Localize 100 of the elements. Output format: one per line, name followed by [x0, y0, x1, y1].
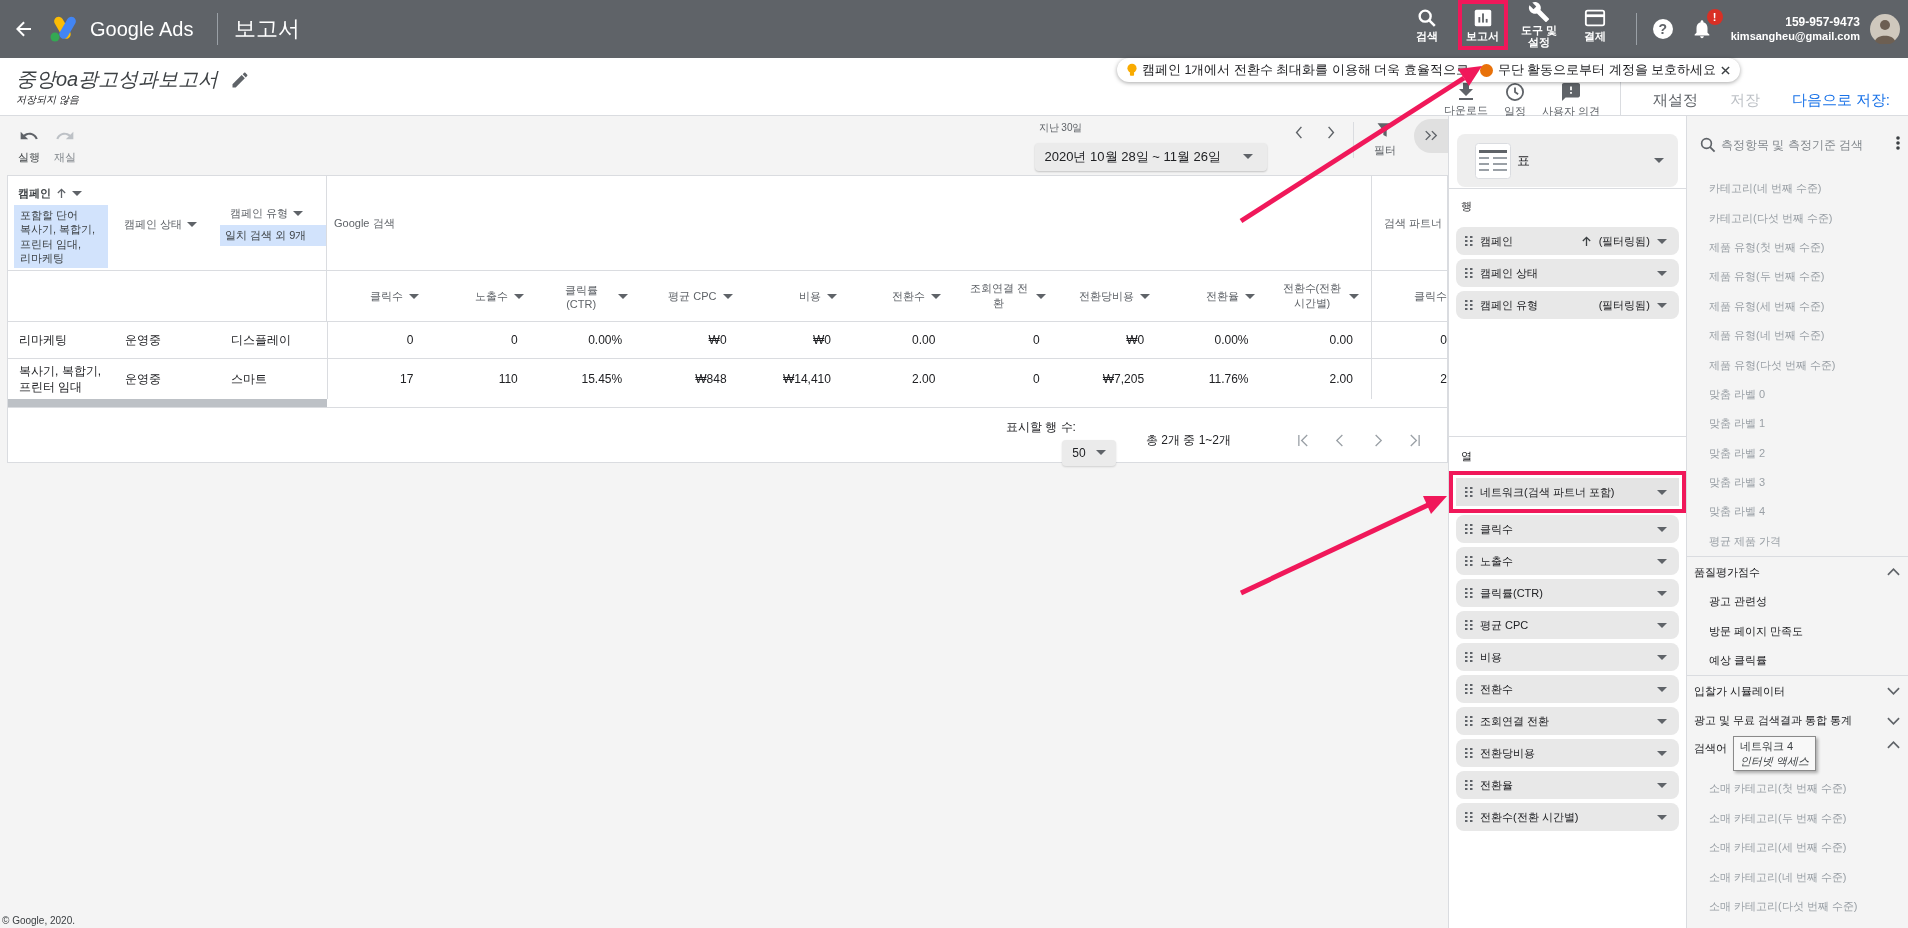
drag-handle-icon[interactable] [1465, 780, 1473, 790]
date-range-dropdown[interactable]: 2020년 10월 28일 ~ 11월 26일 [1034, 142, 1267, 171]
collapse-button[interactable] [1414, 118, 1448, 153]
field-chip[interactable]: 비용 [1456, 643, 1679, 671]
category-header[interactable]: 검색어 [1694, 741, 1727, 757]
close-icon[interactable] [1721, 65, 1731, 75]
field-chip[interactable]: 전환당비용 [1456, 739, 1679, 767]
column-header[interactable]: 전환수 [892, 288, 926, 304]
column-header[interactable]: 전환율 [1205, 288, 1239, 304]
filter-chip[interactable]: 포함할 단어 복사기, 복합기, 프린터 임대, 리마케팅 [14, 205, 108, 269]
column-header[interactable]: 전환당비용 [1079, 288, 1135, 304]
field-chip[interactable]: 네트워크(검색 파트너 포함) [1456, 478, 1679, 506]
search-field[interactable]: 측정항목 및 측정기준 검색 [1719, 136, 1894, 152]
filter-chip[interactable]: 일치 검색 외 9개 [220, 225, 326, 246]
filter-button[interactable]: 필터 [1374, 119, 1396, 158]
metric-item[interactable]: 광고 관련성 [1687, 587, 1908, 617]
drag-handle-icon[interactable] [1465, 236, 1473, 246]
last-page-icon[interactable] [1408, 433, 1421, 447]
category-header[interactable]: 품질평가점수 [1694, 564, 1760, 580]
drag-handle-icon[interactable] [1465, 300, 1473, 310]
field-chip[interactable]: 조회연결 전환 [1456, 707, 1679, 735]
toolbar-button[interactable]: 도구 및 설정 [1515, 1, 1562, 49]
field-chip[interactable]: 전환율 [1456, 771, 1679, 799]
chevron-right-icon[interactable] [1327, 126, 1335, 139]
caret-icon[interactable] [513, 293, 524, 299]
more-options-icon[interactable] [1896, 136, 1900, 150]
caret-icon[interactable] [1035, 293, 1046, 299]
drag-handle-icon[interactable] [1465, 487, 1473, 497]
drag-handle-icon[interactable] [1465, 556, 1473, 566]
category-header[interactable]: 광고 및 무료 검색결과 통합 통계 [1694, 713, 1853, 729]
table-cell: 운영중 [125, 331, 161, 349]
horizontal-scrollbar[interactable] [8, 399, 327, 407]
toolbar-button[interactable]: 결제 [1571, 7, 1618, 43]
caret-icon[interactable] [72, 191, 82, 196]
column-header[interactable]: 조회연결 전환 [967, 281, 1030, 311]
field-chip[interactable]: 평균 CPC [1456, 611, 1679, 639]
field-chip[interactable]: 전환수 [1456, 675, 1679, 703]
column-header[interactable]: 캠페인 유형 [230, 206, 289, 222]
column-header[interactable]: 평균 CPC [668, 288, 717, 304]
avatar[interactable] [1870, 14, 1900, 44]
drag-handle-icon[interactable] [1465, 268, 1473, 278]
field-chip[interactable]: 전환수(전환 시간별) [1456, 803, 1679, 831]
column-header[interactable]: 클릭률(CTR) [550, 282, 613, 310]
chevron-left-icon[interactable] [1295, 126, 1303, 139]
rows-per-page-dropdown[interactable]: 50 [1061, 439, 1116, 466]
column-header[interactable]: 캠페인 [18, 186, 51, 201]
column-header[interactable]: 비용 [798, 288, 821, 304]
sort-up-arrow-icon[interactable] [56, 188, 67, 199]
column-header[interactable]: 전환수(전환 시간별) [1280, 281, 1343, 311]
caret-icon[interactable] [187, 221, 198, 227]
field-chip[interactable]: 노출수 [1456, 547, 1679, 575]
report-button[interactable]: 다음으로 저장: [1791, 91, 1890, 110]
report-action-button[interactable]: 일정 [1503, 82, 1526, 119]
first-page-icon[interactable] [1297, 433, 1310, 447]
table-cell: ₩0 [708, 333, 727, 347]
caret-icon[interactable] [931, 293, 942, 299]
caret-icon [1243, 154, 1253, 159]
report-action-button[interactable]: 다운로드 [1443, 83, 1488, 118]
tooltip-subtitle: 인터넷 액세스 [1740, 753, 1810, 768]
caret-icon[interactable] [1348, 293, 1359, 299]
report-button[interactable]: 재설정 [1652, 91, 1698, 110]
field-chip[interactable]: 클릭률(CTR) [1456, 579, 1679, 607]
help-button[interactable]: ? [1652, 19, 1673, 39]
caret-icon[interactable] [1140, 293, 1151, 299]
drag-handle-icon[interactable] [1465, 620, 1473, 630]
field-chip[interactable]: 캠페인 상태 [1456, 259, 1679, 287]
column-header[interactable]: 캠페인 상태 [124, 216, 183, 232]
caret-icon [1657, 814, 1667, 820]
drag-handle-icon[interactable] [1465, 588, 1473, 598]
category-header[interactable]: 입찰가 시뮬레이터 [1694, 683, 1786, 699]
rows-per-page-label: 표시할 행 수: [1005, 418, 1076, 436]
caret-icon[interactable] [409, 293, 420, 299]
lightbulb-icon [1127, 63, 1137, 77]
caret-icon[interactable] [618, 293, 629, 299]
column-header[interactable]: 노출수 [474, 288, 508, 304]
history-button[interactable]: 실행 [18, 126, 40, 165]
table-cell: 리마케팅 [19, 331, 67, 349]
drag-handle-icon[interactable] [1465, 524, 1473, 534]
caret-icon[interactable] [1244, 293, 1255, 299]
section-label: 행 [1460, 199, 1473, 214]
report-action-button[interactable]: 사용자 의견 [1541, 82, 1600, 119]
caret-icon[interactable] [722, 293, 733, 299]
drag-handle-icon[interactable] [1465, 716, 1473, 726]
back-arrow-icon[interactable] [16, 21, 32, 37]
drag-handle-icon[interactable] [1465, 652, 1473, 662]
toolbar-button[interactable]: 보고서 [1459, 7, 1506, 43]
visualization-dropdown[interactable]: 표 [1457, 134, 1678, 187]
caret-icon[interactable] [826, 293, 837, 299]
field-chip[interactable]: 클릭수 [1456, 515, 1679, 543]
toolbar-button[interactable]: 검색 [1403, 7, 1450, 43]
field-chip[interactable]: 캠페인 유형 (필터링됨) [1456, 291, 1679, 319]
drag-handle-icon[interactable] [1465, 748, 1473, 758]
column-header[interactable]: 클릭수 [1414, 288, 1447, 304]
drag-handle-icon[interactable] [1465, 684, 1473, 694]
column-header[interactable]: 클릭수 [370, 288, 404, 304]
metric-item[interactable]: 방문 페이지 만족도 [1687, 616, 1908, 646]
drag-handle-icon[interactable] [1465, 812, 1473, 822]
metric-item[interactable]: 예상 클릭률 [1687, 645, 1908, 676]
field-chip[interactable]: 캠페인 (필터링됨) [1456, 227, 1679, 255]
caret-icon[interactable] [293, 211, 304, 217]
